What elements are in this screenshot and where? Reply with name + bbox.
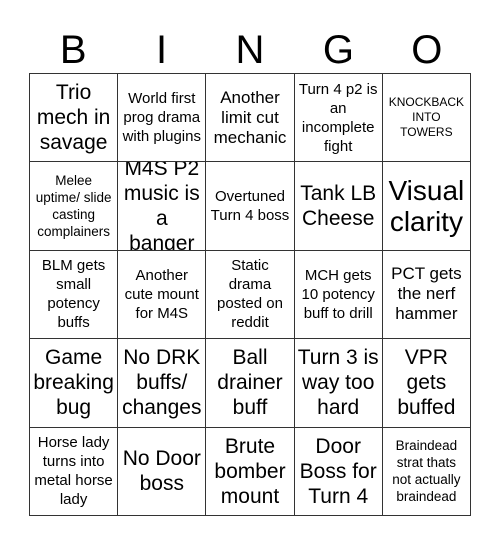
bingo-cell-text: World first prog drama with plugins [122, 90, 201, 146]
bingo-cell-text: Ball drainer buff [217, 346, 283, 420]
header-letter-o: O [411, 28, 443, 72]
bingo-cell-b4[interactable]: Game breaking bug [30, 339, 119, 428]
bingo-cell-text: No DRK buffs/ changes [122, 346, 202, 420]
bingo-cell-b3[interactable]: BLM gets small potency buffs [30, 250, 119, 340]
bingo-cell-o1[interactable]: KNOCKBACK INTO TOWERS [382, 74, 471, 163]
bingo-header: B I N G O [29, 26, 471, 74]
bingo-cell-text: Brute bomber mount [214, 434, 286, 508]
bingo-cell-text: M4S P2 music is a banger [123, 162, 200, 251]
bingo-cell-n4[interactable]: Ball drainer buff [206, 339, 295, 428]
bingo-cell-text: Braindead strat thats not actually brain… [392, 438, 461, 505]
bingo-cell-g3[interactable]: MCH gets 10 potency buff to drill [294, 250, 383, 340]
bingo-cell-g5[interactable]: Door Boss for Turn 4 [294, 427, 383, 516]
bingo-cell-text: Melee uptime/ slide casting complainers [35, 173, 112, 240]
bingo-cell-text: BLM gets small potency buffs [41, 257, 106, 332]
bingo-cell-i3[interactable]: Another cute mount for M4S [118, 250, 207, 340]
bingo-cell-text: KNOCKBACK INTO TOWERS [388, 95, 465, 140]
bingo-cell-text: Overtuned Turn 4 boss [210, 188, 290, 225]
bingo-cell-i1[interactable]: World first prog drama with plugins [118, 74, 207, 163]
bingo-cell-b5[interactable]: Horse lady turns into metal horse lady [30, 427, 119, 516]
bingo-cell-b2[interactable]: Melee uptime/ slide casting complainers [30, 162, 119, 251]
bingo-cell-text: Door Boss for Turn 4 [299, 434, 377, 508]
bingo-cell-text: PCT gets the nerf hammer [391, 264, 462, 324]
header-letter-b: B [59, 28, 87, 72]
bingo-cell-text: Another cute mount for M4S [124, 266, 199, 322]
bingo-cell-n1[interactable]: Another limit cut mechanic [206, 74, 295, 163]
bingo-cell-n5[interactable]: Brute bomber mount [206, 427, 295, 516]
bingo-cell-i2[interactable]: M4S P2 music is a banger [118, 162, 207, 251]
bingo-cell-i5[interactable]: No Door boss [118, 427, 207, 516]
bingo-cell-text: No Door boss [122, 447, 201, 496]
header-letter-n: N [235, 28, 265, 72]
bingo-card-grid: Trio mech in savage World first prog dram… [29, 73, 471, 516]
bingo-cell-text: Trio mech in savage [36, 81, 111, 155]
bingo-cell-i4[interactable]: No DRK buffs/ changes [118, 339, 207, 428]
bingo-cell-g1[interactable]: Turn 4 p2 is an incomplete fight [294, 74, 383, 163]
bingo-cell-text: VPR gets buffed [397, 346, 456, 420]
bingo-cell-g2[interactable]: Tank LB Cheese [294, 162, 383, 251]
bingo-cell-b1[interactable]: Trio mech in savage [30, 74, 119, 163]
bingo-cell-text: Horse lady turns into metal horse lady [34, 434, 113, 509]
bingo-cell-o2[interactable]: Visual clarity [382, 162, 471, 251]
bingo-cell-text: Visual clarity [388, 175, 465, 238]
bingo-cell-o4[interactable]: VPR gets buffed [382, 339, 471, 428]
bingo-cell-text: MCH gets 10 potency buff to drill [301, 266, 375, 322]
bingo-cell-text: Turn 4 p2 is an incomplete fight [298, 80, 378, 155]
bingo-cell-text: Tank LB Cheese [300, 182, 377, 231]
bingo-cell-g4[interactable]: Turn 3 is way too hard [294, 339, 383, 428]
header-letter-i: I [156, 28, 168, 72]
bingo-cell-o5[interactable]: Braindead strat thats not actually brain… [382, 427, 471, 516]
bingo-cell-text: Another limit cut mechanic [213, 87, 287, 147]
header-letter-g: G [322, 28, 354, 72]
bingo-cell-text: Game breaking bug [33, 346, 114, 420]
bingo-cell-n3[interactable]: Static drama posted on reddit [206, 250, 295, 340]
bingo-cell-text: Static drama posted on reddit [217, 257, 283, 332]
bingo-cell-n2[interactable]: Overtuned Turn 4 boss [206, 162, 295, 251]
bingo-cell-text: Turn 3 is way too hard [297, 346, 379, 420]
bingo-cell-o3[interactable]: PCT gets the nerf hammer [382, 250, 471, 340]
